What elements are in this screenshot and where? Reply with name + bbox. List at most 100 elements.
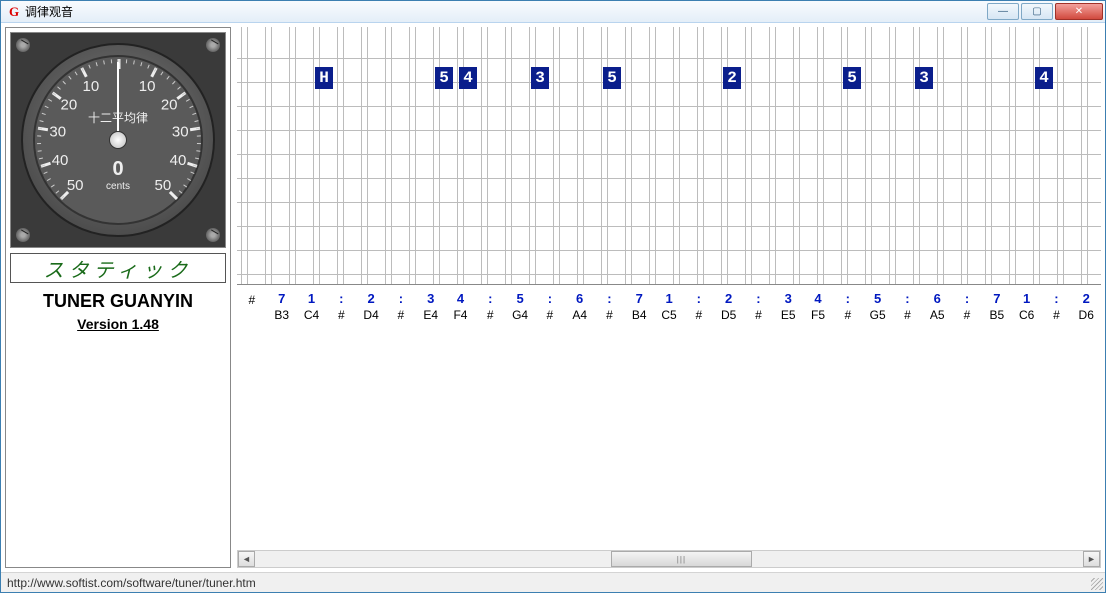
axis-note-name: E5 bbox=[773, 308, 803, 322]
axis-column: 6 A4 bbox=[565, 291, 595, 322]
axis-note-name: # bbox=[326, 308, 356, 322]
axis-note-name: B4 bbox=[624, 308, 654, 322]
note-marker[interactable]: 2 bbox=[723, 67, 741, 89]
axis-column: 3 E4 bbox=[416, 291, 446, 322]
axis-column: : # bbox=[595, 291, 625, 322]
axis-column: # bbox=[237, 291, 267, 322]
axis-column: 1 C6 bbox=[1012, 291, 1042, 322]
axis-note-name: C5 bbox=[654, 308, 684, 322]
axis-note-name: B5 bbox=[982, 308, 1012, 322]
axis-column: 7 B4 bbox=[624, 291, 654, 322]
axis-column: 2 D5 bbox=[714, 291, 744, 322]
axis-note-name: # bbox=[833, 308, 863, 322]
axis-column: : # bbox=[1042, 291, 1072, 322]
product-version-link[interactable]: Version 1.48 bbox=[77, 316, 159, 332]
axis-degree: : bbox=[744, 291, 774, 306]
axis-degree: 1 bbox=[654, 291, 684, 306]
axis-note-name: C4 bbox=[297, 308, 327, 322]
axis-note-name: D6 bbox=[1071, 308, 1101, 322]
axis-degree: 7 bbox=[624, 291, 654, 306]
axis-column: 5 G5 bbox=[863, 291, 893, 322]
axis-column: 6 A5 bbox=[922, 291, 952, 322]
axis-note-name: # bbox=[386, 308, 416, 322]
axis-column: : # bbox=[326, 291, 356, 322]
scroll-left-button[interactable]: ◄ bbox=[238, 551, 255, 567]
axis-degree: 5 bbox=[505, 291, 535, 306]
axis-degree: 2 bbox=[714, 291, 744, 306]
static-text-box: スタティック bbox=[10, 253, 226, 283]
left-panel: 50403020101020304050 十二平均律 0 cents スタティッ… bbox=[5, 27, 231, 568]
axis-note-name: # bbox=[237, 293, 267, 307]
axis-note-name: D5 bbox=[714, 308, 744, 322]
axis-degree: : bbox=[595, 291, 625, 306]
note-marker[interactable]: 4 bbox=[1035, 67, 1053, 89]
note-marker[interactable]: 5 bbox=[603, 67, 621, 89]
app-icon: G bbox=[7, 5, 21, 19]
axis-column: : # bbox=[744, 291, 774, 322]
axis-degree: 2 bbox=[356, 291, 386, 306]
note-marker[interactable]: 4 bbox=[459, 67, 477, 89]
axis-degree: : bbox=[893, 291, 923, 306]
gauge-needle bbox=[117, 62, 119, 140]
axis-column: : # bbox=[386, 291, 416, 322]
note-marker[interactable]: H bbox=[315, 67, 333, 89]
static-text: スタティック bbox=[44, 254, 193, 283]
note-marker[interactable]: 3 bbox=[915, 67, 933, 89]
gauge-cents-label: cents bbox=[11, 181, 225, 192]
axis-note-name: # bbox=[535, 308, 565, 322]
svg-text:10: 10 bbox=[139, 78, 156, 95]
note-marker[interactable]: 5 bbox=[843, 67, 861, 89]
axis-degree: : bbox=[475, 291, 505, 306]
minimize-button[interactable]: — bbox=[987, 3, 1019, 20]
axis-degree: : bbox=[1042, 291, 1072, 306]
axis-degree: : bbox=[326, 291, 356, 306]
axis-note-name: E4 bbox=[416, 308, 446, 322]
note-grid[interactable] bbox=[237, 27, 1101, 285]
axis-column: 4 F4 bbox=[446, 291, 476, 322]
axis-note-name: G5 bbox=[863, 308, 893, 322]
axis-degree: 7 bbox=[267, 291, 297, 306]
svg-text:10: 10 bbox=[83, 78, 100, 95]
axis-degree: 5 bbox=[863, 291, 893, 306]
score-panel: H54352534 #7 B31 C4: #2 D4: #3 E44 F4: bbox=[237, 27, 1101, 568]
horizontal-scrollbar[interactable]: ◄ ||| ► bbox=[237, 550, 1101, 568]
gauge-hub bbox=[109, 131, 127, 149]
titlebar[interactable]: G 调律观音 — ▢ ✕ bbox=[1, 1, 1105, 23]
axis-degree: 1 bbox=[1012, 291, 1042, 306]
product-title: TUNER GUANYIN bbox=[43, 291, 193, 312]
axis-note-name: F5 bbox=[803, 308, 833, 322]
maximize-button[interactable]: ▢ bbox=[1021, 3, 1053, 20]
axis-note-name: B3 bbox=[267, 308, 297, 322]
axis-column: : # bbox=[535, 291, 565, 322]
close-button[interactable]: ✕ bbox=[1055, 3, 1103, 20]
axis-note-name: G4 bbox=[505, 308, 535, 322]
axis-column: : # bbox=[684, 291, 714, 322]
status-url: http://www.softist.com/software/tuner/tu… bbox=[7, 576, 256, 590]
scroll-thumb[interactable]: ||| bbox=[611, 551, 752, 567]
axis-note-name: A4 bbox=[565, 308, 595, 322]
scroll-track[interactable]: ||| bbox=[255, 551, 1083, 567]
axis-degree: : bbox=[833, 291, 863, 306]
axis-note-name: # bbox=[595, 308, 625, 322]
note-marker[interactable]: 5 bbox=[435, 67, 453, 89]
axis-note-name: # bbox=[744, 308, 774, 322]
note-marker[interactable]: 3 bbox=[531, 67, 549, 89]
axis-column: 2 D4 bbox=[356, 291, 386, 322]
axis-column: 7 B5 bbox=[982, 291, 1012, 322]
axis-degree: : bbox=[684, 291, 714, 306]
axis-column: 3 E5 bbox=[773, 291, 803, 322]
axis-degree: 3 bbox=[773, 291, 803, 306]
axis-degree: 4 bbox=[803, 291, 833, 306]
gauge-zero: 0 bbox=[11, 158, 225, 181]
scroll-right-button[interactable]: ► bbox=[1083, 551, 1100, 567]
resize-grip[interactable] bbox=[1091, 578, 1103, 590]
axis-column: : # bbox=[952, 291, 982, 322]
axis-column: 1 C5 bbox=[654, 291, 684, 322]
window-title: 调律观音 bbox=[25, 3, 987, 20]
axis-degree: : bbox=[386, 291, 416, 306]
axis-degree: 3 bbox=[416, 291, 446, 306]
axis-column: : # bbox=[475, 291, 505, 322]
axis-degree: 4 bbox=[446, 291, 476, 306]
axis-column: 5 G4 bbox=[505, 291, 535, 322]
axis-column: 4 F5 bbox=[803, 291, 833, 322]
